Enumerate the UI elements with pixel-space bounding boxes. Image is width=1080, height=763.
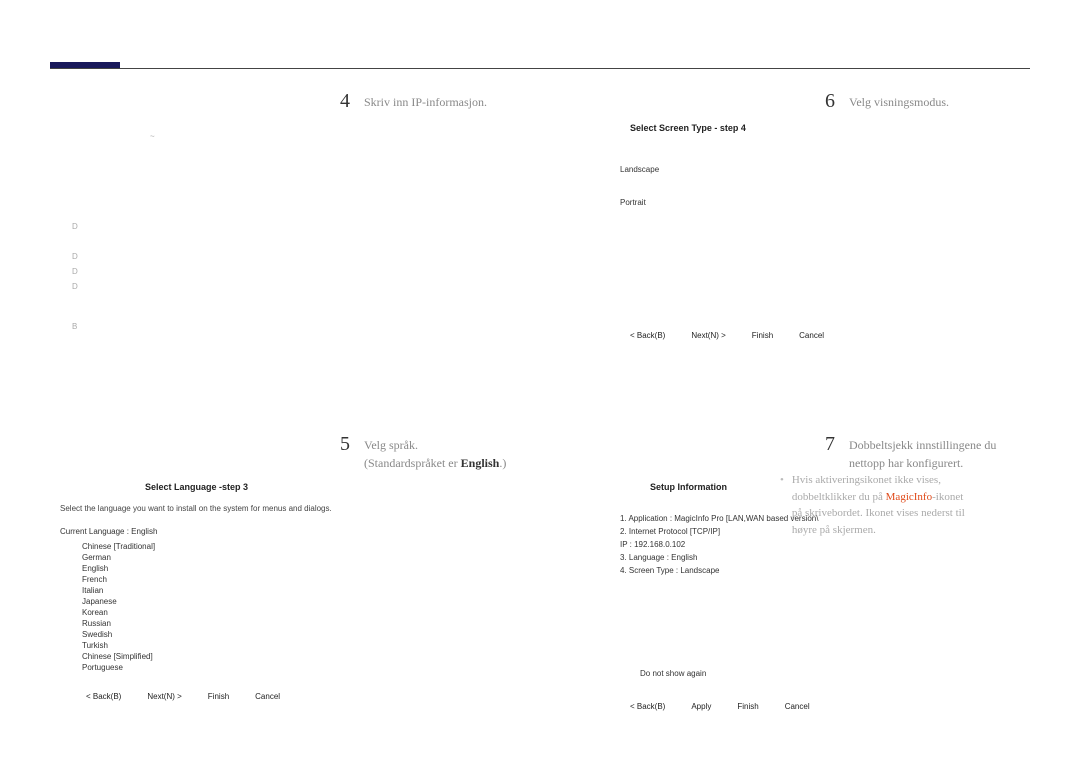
step-5-sub-bold: English [461,456,500,470]
lang-item[interactable]: Japanese [82,597,520,606]
apply-button[interactable]: Apply [691,702,711,711]
d-mark-4: D [72,283,78,291]
step-4-header: 4 Skriv inn IP-informasjon. [60,90,520,113]
finish-button[interactable]: Finish [752,331,773,340]
lang-item[interactable]: Turkish [82,641,520,650]
d-mark-3: D [72,268,78,276]
magicinfo-brand: MagicInfo [886,491,932,503]
step5-title: Select Language -step 3 [60,482,520,492]
step-5-panel: Select Language -step 3 Select the langu… [60,482,520,701]
activation-note: • Hvis aktiveringsikonet ikke vises, dob… [780,472,1040,538]
next-button[interactable]: Next(N) > [147,692,181,701]
step-4-text: Skriv inn IP-informasjon. [364,90,487,113]
step-6-number: 6 [815,90,835,113]
lang-item[interactable]: Italian [82,586,520,595]
step7-button-row: < Back(B) Apply Finish Cancel [620,702,1020,711]
dont-show-again-checkbox[interactable]: Do not show again [620,669,1020,678]
b-mark: B [72,323,77,331]
note-text: Hvis aktiveringsikonet ikke vises, dobbe… [792,472,965,538]
finish-button[interactable]: Finish [737,702,758,711]
step-5-line1: Velg språk. [364,438,418,452]
lang-item[interactable]: Russian [82,619,520,628]
language-list: Chinese [Traditional] German English Fre… [60,542,520,672]
portrait-option[interactable]: Portrait [620,198,1020,207]
step6-button-row: < Back(B) Next(N) > Finish Cancel [620,331,1020,340]
left-column: 4 Skriv inn IP-informasjon. ~ D D D D B … [60,90,520,731]
step-5-sub-suffix: .) [499,456,506,470]
step-5-text: Velg språk. (Standardspråket er English.… [364,433,506,472]
d-mark-2: D [72,253,78,261]
cancel-button[interactable]: Cancel [799,331,824,340]
step-4-number: 4 [330,90,350,113]
lang-item[interactable]: Swedish [82,630,520,639]
lang-item[interactable]: Korean [82,608,520,617]
next-button[interactable]: Next(N) > [691,331,725,340]
step-5-header: 5 Velg språk. (Standardspråket er Englis… [60,433,520,472]
landscape-option[interactable]: Landscape [620,165,1020,174]
top-rule [50,68,1030,69]
step-5-number: 5 [330,433,350,472]
back-button[interactable]: < Back(B) [86,692,121,701]
lang-item[interactable]: French [82,575,520,584]
setup-line-5: 4. Screen Type : Landscape [620,566,1020,575]
step6-title: Select Screen Type - step 4 [620,123,1020,133]
lang-item[interactable]: Portuguese [82,663,520,672]
step5-current-lang: Current Language : English [60,527,520,536]
lang-item[interactable]: English [82,564,520,573]
lang-item[interactable]: Chinese [Traditional] [82,542,520,551]
finish-button[interactable]: Finish [208,692,229,701]
step-6-panel: Select Screen Type - step 4 Landscape Po… [560,123,1020,403]
cancel-button[interactable]: Cancel [785,702,810,711]
step5-button-row: < Back(B) Next(N) > Finish Cancel [60,692,520,701]
step-7-line1: Dobbeltsjekk innstillingene du [849,438,996,452]
bullet-icon: • [780,472,784,538]
step-4-panel: ~ D D D D B [60,123,520,403]
right-column: 6 Velg visningsmodus. Select Screen Type… [560,90,1020,741]
step-5-sub-prefix: (Standardspråket er [364,456,461,470]
d-mark-1: D [72,223,78,231]
back-button[interactable]: < Back(B) [630,702,665,711]
step-6-text: Velg visningsmodus. [849,90,949,113]
step-7-number: 7 [815,433,835,472]
lang-item[interactable]: Chinese [Simplified] [82,652,520,661]
step-7-header: 7 Dobbeltsjekk innstillingene du nettopp… [560,433,1020,472]
step-6-header: 6 Velg visningsmodus. [560,90,1020,113]
step-7-text: Dobbeltsjekk innstillingene du nettopp h… [849,433,996,472]
lang-item[interactable]: German [82,553,520,562]
step5-sub: Select the language you want to install … [60,504,520,513]
step-7-line2: nettopp har konfigurert. [849,456,963,470]
back-button[interactable]: < Back(B) [630,331,665,340]
setup-line-4: 3. Language : English [620,553,1020,562]
cancel-button[interactable]: Cancel [255,692,280,701]
tilde-mark: ~ [150,133,155,141]
setup-line-3: IP : 192.168.0.102 [620,540,1020,549]
